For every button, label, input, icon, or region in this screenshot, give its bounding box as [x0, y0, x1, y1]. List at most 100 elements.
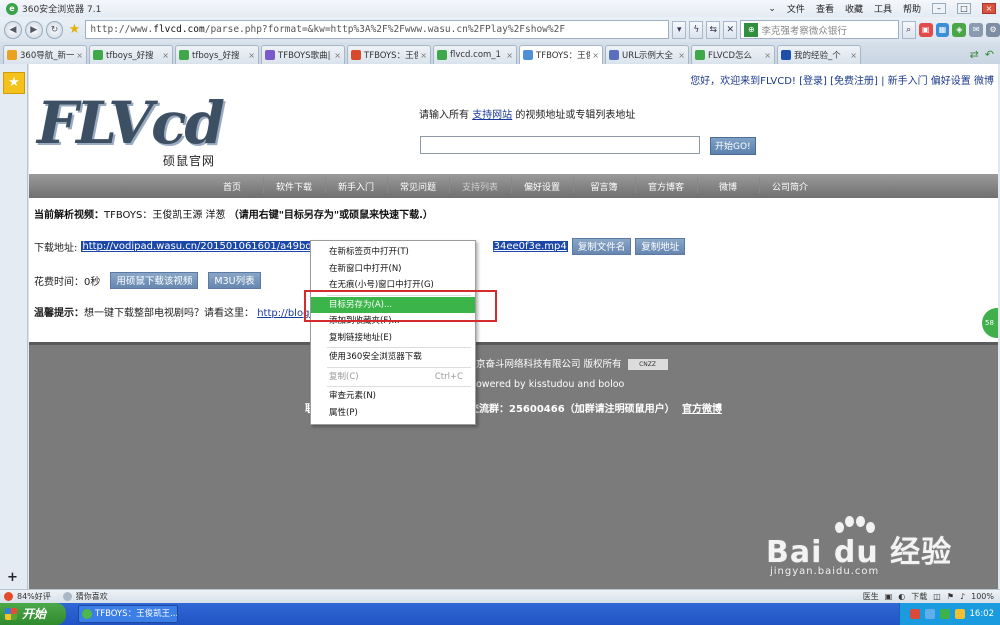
- official-weibo-link[interactable]: 官方微博: [682, 400, 722, 415]
- lightning-icon[interactable]: ϟ: [689, 20, 704, 39]
- site-menu-item-3[interactable]: 常见问题: [387, 176, 449, 193]
- site-menu-item-0[interactable]: 首页: [201, 180, 263, 193]
- context-menu-item-0[interactable]: 在新标签页中打开(T): [311, 244, 475, 261]
- site-menu-item-8[interactable]: 微博: [697, 176, 759, 193]
- tab-close-icon[interactable]: ×: [76, 51, 83, 60]
- back-button[interactable]: ◀: [4, 20, 22, 39]
- menu-view[interactable]: 查看: [816, 2, 834, 15]
- tab-8[interactable]: FLVCD怎么 ×: [691, 45, 775, 64]
- window-title: 360安全浏览器 7.1: [22, 5, 102, 15]
- search-engine-icon[interactable]: ⊕: [744, 22, 759, 37]
- dropdown-arrow-icon[interactable]: ▾: [672, 20, 687, 39]
- tab-1[interactable]: tfboys_好搜 ×: [89, 45, 173, 64]
- menu-tools[interactable]: 工具: [874, 2, 892, 15]
- tray-network-icon[interactable]: [924, 609, 935, 619]
- site-menu-item-4[interactable]: 支持列表: [449, 176, 511, 193]
- site-menu-item-7[interactable]: 官方博客: [635, 176, 697, 193]
- tray-s-icon[interactable]: [909, 609, 920, 619]
- tab-9[interactable]: 我的经验_个 ×: [777, 45, 861, 64]
- search-input[interactable]: ⊕ 李克强考察微众银行: [740, 20, 899, 39]
- tab-0[interactable]: 360导航_新一 ×: [3, 45, 87, 64]
- tab-close-icon[interactable]: ×: [248, 51, 255, 60]
- taskbar-window-item[interactable]: TFBOYS：王俊凯王...: [78, 605, 178, 623]
- status-download[interactable]: 下载: [911, 591, 927, 602]
- site-logo[interactable]: FLVcd 硕鼠官网: [37, 88, 237, 168]
- tab-list-icon[interactable]: ⇄: [970, 48, 979, 61]
- site-menu-item-6[interactable]: 留言簿: [573, 176, 635, 193]
- settings-icon[interactable]: ⚙: [986, 22, 1000, 37]
- tab-label: TFBOYS歌曲|: [278, 51, 331, 61]
- tab-2[interactable]: tfboys_好搜 ×: [175, 45, 259, 64]
- rating-text[interactable]: 84%好评: [17, 591, 51, 602]
- chevron-down-icon[interactable]: ⌄: [768, 4, 776, 14]
- context-menu-item-12[interactable]: 审查元素(N): [311, 388, 475, 405]
- context-menu-item-8[interactable]: 使用360安全浏览器下载: [311, 349, 475, 366]
- tab-4[interactable]: TFBOYS：王俊 ×: [347, 45, 431, 64]
- status-doctor[interactable]: 医生: [863, 591, 879, 602]
- add-icon[interactable]: +: [7, 570, 18, 585]
- menu-separator: [327, 347, 471, 348]
- status-icon-c[interactable]: ◫: [933, 592, 941, 601]
- context-menu-item-6[interactable]: 复制链接地址(E): [311, 330, 475, 347]
- go-button[interactable]: 开始GO!: [710, 137, 756, 155]
- cnzz-badge[interactable]: CNZZ: [627, 359, 668, 370]
- top-nav[interactable]: 您好，欢迎来到FLVCD! [登录] [免费注册] | 新手入门 偏好设置 微博: [690, 72, 994, 87]
- grid-icon[interactable]: ▦: [935, 22, 950, 37]
- close-window-button[interactable]: ×: [982, 3, 996, 14]
- status-icon-d[interactable]: ⚑: [947, 592, 954, 601]
- zoom-level[interactable]: 100%: [971, 592, 994, 601]
- guess-text[interactable]: 猜你喜欢: [76, 591, 108, 602]
- search-text: 李克强考察微众银行: [761, 25, 847, 37]
- site-menu-item-9[interactable]: 公司简介: [759, 176, 821, 193]
- tray-360-icon[interactable]: [939, 609, 950, 619]
- undo-close-icon[interactable]: ↶: [985, 48, 994, 61]
- favorites-star-icon[interactable]: ★: [3, 72, 25, 94]
- m3u-list-button[interactable]: M3U列表: [208, 272, 261, 289]
- tab-7[interactable]: URL示例大全 ×: [605, 45, 689, 64]
- download-link-tail[interactable]: 34ee0f3e.mp4: [492, 241, 568, 252]
- gift-icon[interactable]: ▣: [918, 22, 933, 37]
- refresh-button[interactable]: ↻: [45, 20, 64, 39]
- reload-icon[interactable]: ⇆: [706, 20, 721, 39]
- shield-icon[interactable]: ◈: [952, 22, 967, 37]
- tab-close-icon[interactable]: ×: [162, 51, 169, 60]
- menu-favorites[interactable]: 收藏: [845, 2, 863, 15]
- supported-sites-link[interactable]: 支持网站: [472, 110, 512, 121]
- tab-5[interactable]: flvcd.com_1 ×: [433, 45, 517, 64]
- copy-address-button[interactable]: 复制地址: [635, 238, 686, 255]
- favorite-star-icon[interactable]: ★: [66, 22, 82, 37]
- address-bar[interactable]: http://www. flvcd.com/parse.php?format=&k…: [85, 20, 670, 39]
- tab-close-icon[interactable]: ×: [850, 51, 857, 60]
- forward-button[interactable]: ▶: [24, 20, 43, 39]
- menu-file[interactable]: 文件: [787, 2, 805, 15]
- minimize-button[interactable]: –: [932, 3, 946, 14]
- tab-3[interactable]: TFBOYS歌曲| ×: [261, 45, 345, 64]
- tab-close-icon[interactable]: ×: [420, 51, 427, 60]
- status-icon-e[interactable]: ♪: [960, 592, 965, 601]
- download-with-shuoshu-button[interactable]: 用硕鼠下载该视频: [110, 272, 199, 289]
- tray-shield-icon[interactable]: [954, 609, 965, 619]
- site-menu-item-2[interactable]: 新手入门: [325, 176, 387, 193]
- stop-icon[interactable]: ✕: [723, 20, 738, 39]
- context-menu-item-13[interactable]: 属性(P): [311, 405, 475, 422]
- site-menu-item-1[interactable]: 软件下载: [263, 176, 325, 193]
- start-button[interactable]: 开始: [0, 603, 66, 625]
- tab-close-icon[interactable]: ×: [678, 51, 685, 60]
- search-button[interactable]: ⌕: [901, 20, 916, 39]
- status-icon-a[interactable]: ▣: [885, 592, 893, 601]
- context-menu-item-1[interactable]: 在新窗口中打开(N): [311, 261, 475, 278]
- tab-close-icon[interactable]: ×: [592, 51, 599, 60]
- context-menu-label: 在无痕(小号)窗口中打开(G): [329, 280, 434, 290]
- tab-6[interactable]: TFBOYS：王俊 ×: [519, 45, 603, 64]
- floating-bubble[interactable]: 58: [982, 308, 998, 338]
- tab-close-icon[interactable]: ×: [764, 51, 771, 60]
- tab-close-icon[interactable]: ×: [334, 51, 341, 60]
- status-icon-b[interactable]: ◐: [898, 592, 905, 601]
- copy-filename-button[interactable]: 复制文件名: [571, 238, 632, 255]
- video-url-input[interactable]: [420, 136, 700, 154]
- tab-close-icon[interactable]: ×: [506, 51, 513, 60]
- mail-icon[interactable]: ✉: [969, 22, 984, 37]
- site-menu-item-5[interactable]: 偏好设置: [511, 176, 573, 193]
- menu-help[interactable]: 帮助: [903, 2, 921, 15]
- maximize-button[interactable]: □: [957, 3, 971, 14]
